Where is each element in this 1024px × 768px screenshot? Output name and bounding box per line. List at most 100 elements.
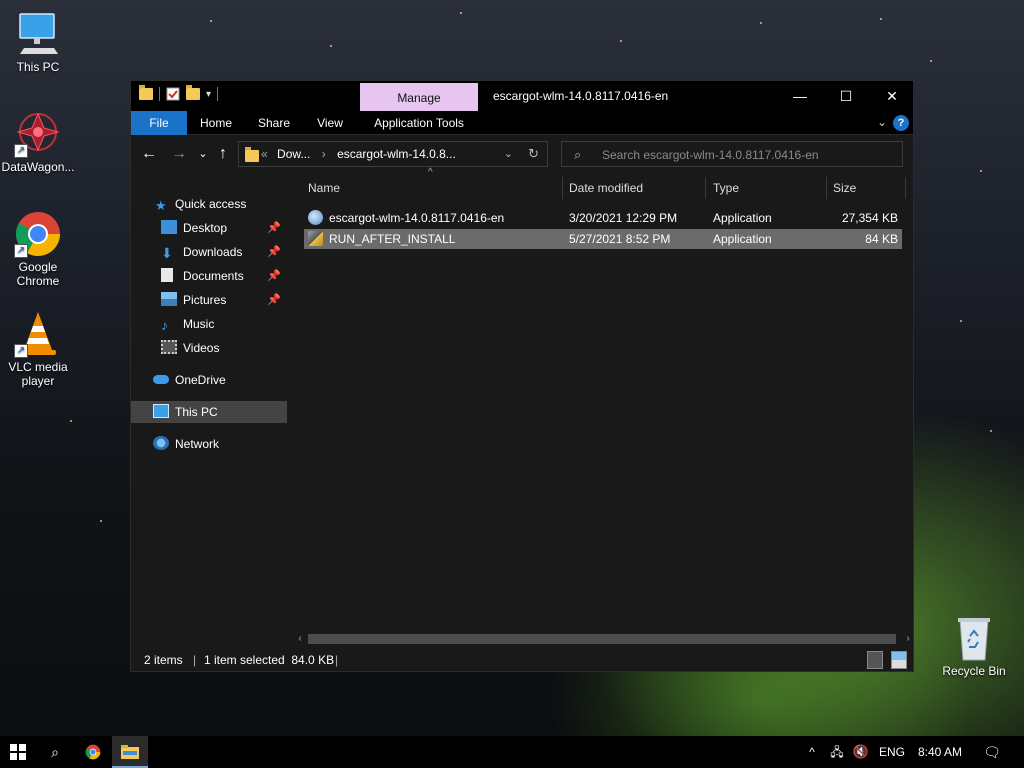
nav-pictures[interactable]: Pictures 📌: [161, 289, 285, 311]
network-status-icon[interactable]: 🖧: [826, 736, 848, 768]
overflow-chevron[interactable]: «: [261, 147, 268, 161]
file-type: Application: [713, 232, 772, 246]
pin-icon[interactable]: 📌: [267, 241, 281, 263]
minimize-button[interactable]: —: [777, 81, 823, 111]
tab-share[interactable]: Share: [249, 111, 299, 135]
scroll-left-icon[interactable]: ‹: [294, 632, 306, 646]
close-button[interactable]: ✕: [869, 81, 915, 111]
title-bar[interactable]: ▾ Manage escargot-wlm-14.0.8117.0416-en …: [131, 81, 913, 111]
file-name: escargot-wlm-14.0.8117.0416-en: [329, 211, 505, 225]
column-header-type[interactable]: Type: [713, 173, 813, 203]
nav-label: Downloads: [183, 245, 243, 259]
action-center-icon[interactable]: 🗨: [978, 736, 1006, 768]
manage-contextual-tab[interactable]: Manage: [360, 83, 478, 111]
selection-info: 1 item selected 84.0 KB: [204, 653, 335, 667]
nav-documents[interactable]: Documents 📌: [161, 265, 285, 287]
address-dropdown-icon[interactable]: ⌄: [504, 147, 513, 160]
large-icons-view-icon[interactable]: [891, 651, 907, 669]
nav-desktop[interactable]: Desktop 📌: [161, 217, 285, 239]
pictures-icon: [161, 292, 177, 306]
back-button[interactable]: ←: [139, 144, 159, 164]
maximize-button[interactable]: ☐: [823, 81, 869, 111]
file-explorer-icon: [121, 745, 139, 759]
file-explorer-taskbar-button[interactable]: [112, 736, 148, 768]
properties-icon[interactable]: [166, 87, 180, 101]
scroll-right-icon[interactable]: ›: [902, 632, 914, 646]
help-icon[interactable]: ?: [893, 115, 909, 131]
nav-onedrive[interactable]: OneDrive: [153, 369, 285, 391]
desktop-icon-label: Recycle Bin: [942, 664, 1006, 678]
tab-view[interactable]: View: [307, 111, 353, 135]
search-icon: ⌕: [51, 744, 59, 760]
pin-icon[interactable]: 📌: [267, 265, 281, 287]
ribbon-tabs: File Home Share View Application Tools ⌄…: [131, 111, 913, 135]
volume-muted-icon[interactable]: 🔇: [850, 736, 872, 768]
chrome-taskbar-button[interactable]: [76, 736, 110, 768]
up-button[interactable]: ↑: [213, 144, 233, 164]
desktop-icon-this-pc[interactable]: This PC: [0, 10, 76, 74]
search-box[interactable]: ⌕ Search escargot-wlm-14.0.8117.0416-en: [561, 141, 903, 167]
desktop-icon-recycle-bin[interactable]: Recycle Bin: [936, 614, 1012, 678]
column-separator[interactable]: [562, 177, 563, 199]
nav-quick-access[interactable]: ★ Quick access: [155, 193, 285, 215]
shortcut-arrow-icon: ↗: [14, 344, 28, 358]
chrome-icon: ↗: [14, 210, 62, 258]
tab-application-tools[interactable]: Application Tools: [363, 111, 475, 135]
nav-downloads[interactable]: ⬇ Downloads 📌: [161, 241, 285, 263]
pin-icon[interactable]: 📌: [267, 289, 281, 311]
column-separator[interactable]: [826, 177, 827, 199]
column-header-date-modified[interactable]: Date modified: [569, 173, 699, 203]
forward-button[interactable]: →: [169, 144, 189, 164]
clock[interactable]: 8:40 AM: [918, 745, 962, 759]
desktop-folder-icon: [161, 220, 177, 234]
expand-ribbon-icon[interactable]: ⌄: [877, 115, 887, 129]
show-hidden-icons-button[interactable]: ^: [802, 736, 822, 768]
search-taskbar-button[interactable]: ⌕: [38, 736, 72, 768]
file-row[interactable]: escargot-wlm-14.0.8117.0416-en 3/20/2021…: [304, 208, 902, 228]
nav-videos[interactable]: Videos: [161, 337, 285, 359]
pin-icon[interactable]: 📌: [267, 217, 281, 239]
nav-label: Pictures: [183, 293, 227, 307]
file-row-selected[interactable]: RUN_AFTER_INSTALL 5/27/2021 8:52 PM Appl…: [304, 229, 902, 249]
file-list: ^ Name Date modified Type Size escargot-…: [294, 167, 914, 647]
start-button[interactable]: [0, 736, 36, 768]
details-view-icon[interactable]: [867, 651, 883, 669]
column-separator[interactable]: [905, 177, 906, 199]
computer-icon: [153, 404, 169, 418]
address-bar[interactable]: « Dow... › escargot-wlm-14.0.8... ⌄ ↻: [238, 141, 548, 167]
column-header-size[interactable]: Size: [833, 173, 893, 203]
separator: [217, 87, 219, 101]
recycle-bin-icon: [950, 614, 998, 662]
horizontal-scrollbar[interactable]: ‹ ›: [294, 632, 914, 646]
tab-home[interactable]: Home: [191, 111, 241, 135]
recent-locations-chevron-icon[interactable]: ⌄: [193, 144, 213, 164]
scrollbar-thumb[interactable]: [308, 634, 896, 644]
breadcrumb-downloads[interactable]: Dow...: [277, 147, 310, 161]
input-language[interactable]: ENG: [879, 745, 905, 759]
breadcrumb-current-folder[interactable]: escargot-wlm-14.0.8...: [337, 147, 456, 161]
desktop-icon-datawagon[interactable]: ↗ DataWagon...: [0, 110, 76, 174]
breadcrumb-separator[interactable]: ›: [322, 147, 326, 161]
nav-music[interactable]: ♪ Music: [161, 313, 285, 335]
column-separator[interactable]: [705, 177, 706, 199]
column-header-name[interactable]: Name: [308, 173, 558, 203]
installer-tool-icon: [308, 231, 323, 246]
film-icon: [161, 340, 177, 354]
nav-this-pc[interactable]: This PC: [131, 401, 287, 423]
desktop-icon-vlc[interactable]: ↗ VLC media player: [0, 310, 76, 388]
nav-label: OneDrive: [175, 373, 226, 387]
star-icon: ★: [155, 198, 167, 213]
refresh-icon[interactable]: ↻: [528, 146, 539, 162]
nav-network[interactable]: Network: [153, 433, 285, 455]
customize-qat-icon[interactable]: ▾: [206, 89, 211, 100]
shortcut-arrow-icon: ↗: [14, 144, 28, 158]
desktop-icon-label: VLC media player: [8, 360, 68, 388]
application-icon: [308, 210, 323, 225]
new-folder-icon[interactable]: [186, 85, 200, 100]
tab-file[interactable]: File: [131, 111, 187, 135]
file-explorer-window: ▾ Manage escargot-wlm-14.0.8117.0416-en …: [130, 80, 914, 672]
nav-label: Desktop: [183, 221, 228, 235]
nav-label: Network: [175, 437, 220, 451]
desktop-icon-chrome[interactable]: ↗ Google Chrome: [0, 210, 76, 288]
nav-label: Videos: [183, 341, 220, 355]
